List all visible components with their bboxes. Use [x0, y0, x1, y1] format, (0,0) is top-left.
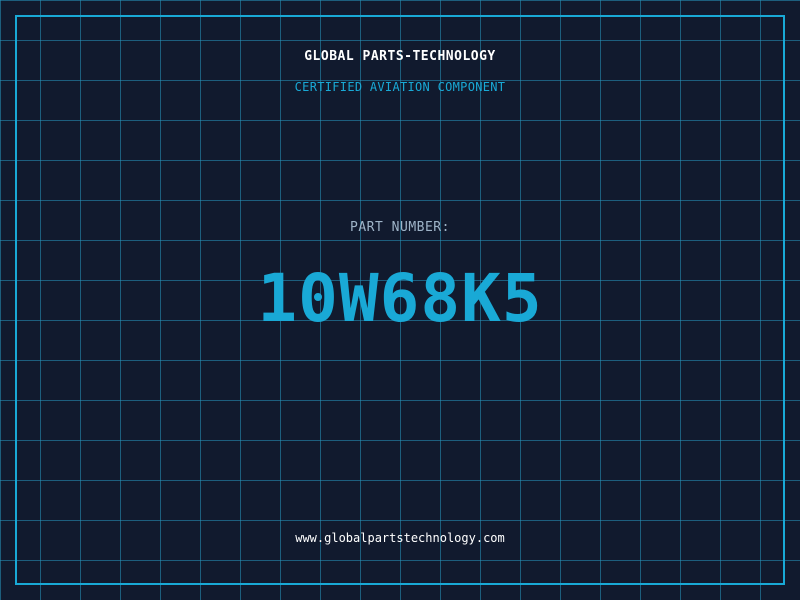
website-url: www.globalpartstechnology.com: [295, 531, 505, 545]
company-name: GLOBAL PARTS-TECHNOLOGY: [304, 49, 496, 64]
part-number-value: 10W68K5: [257, 260, 543, 337]
part-number-label: PART NUMBER:: [350, 220, 450, 235]
part-label-card: GLOBAL PARTS-TECHNOLOGY CERTIFIED AVIATI…: [0, 0, 800, 600]
certification-subtitle: CERTIFIED AVIATION COMPONENT: [294, 80, 506, 94]
